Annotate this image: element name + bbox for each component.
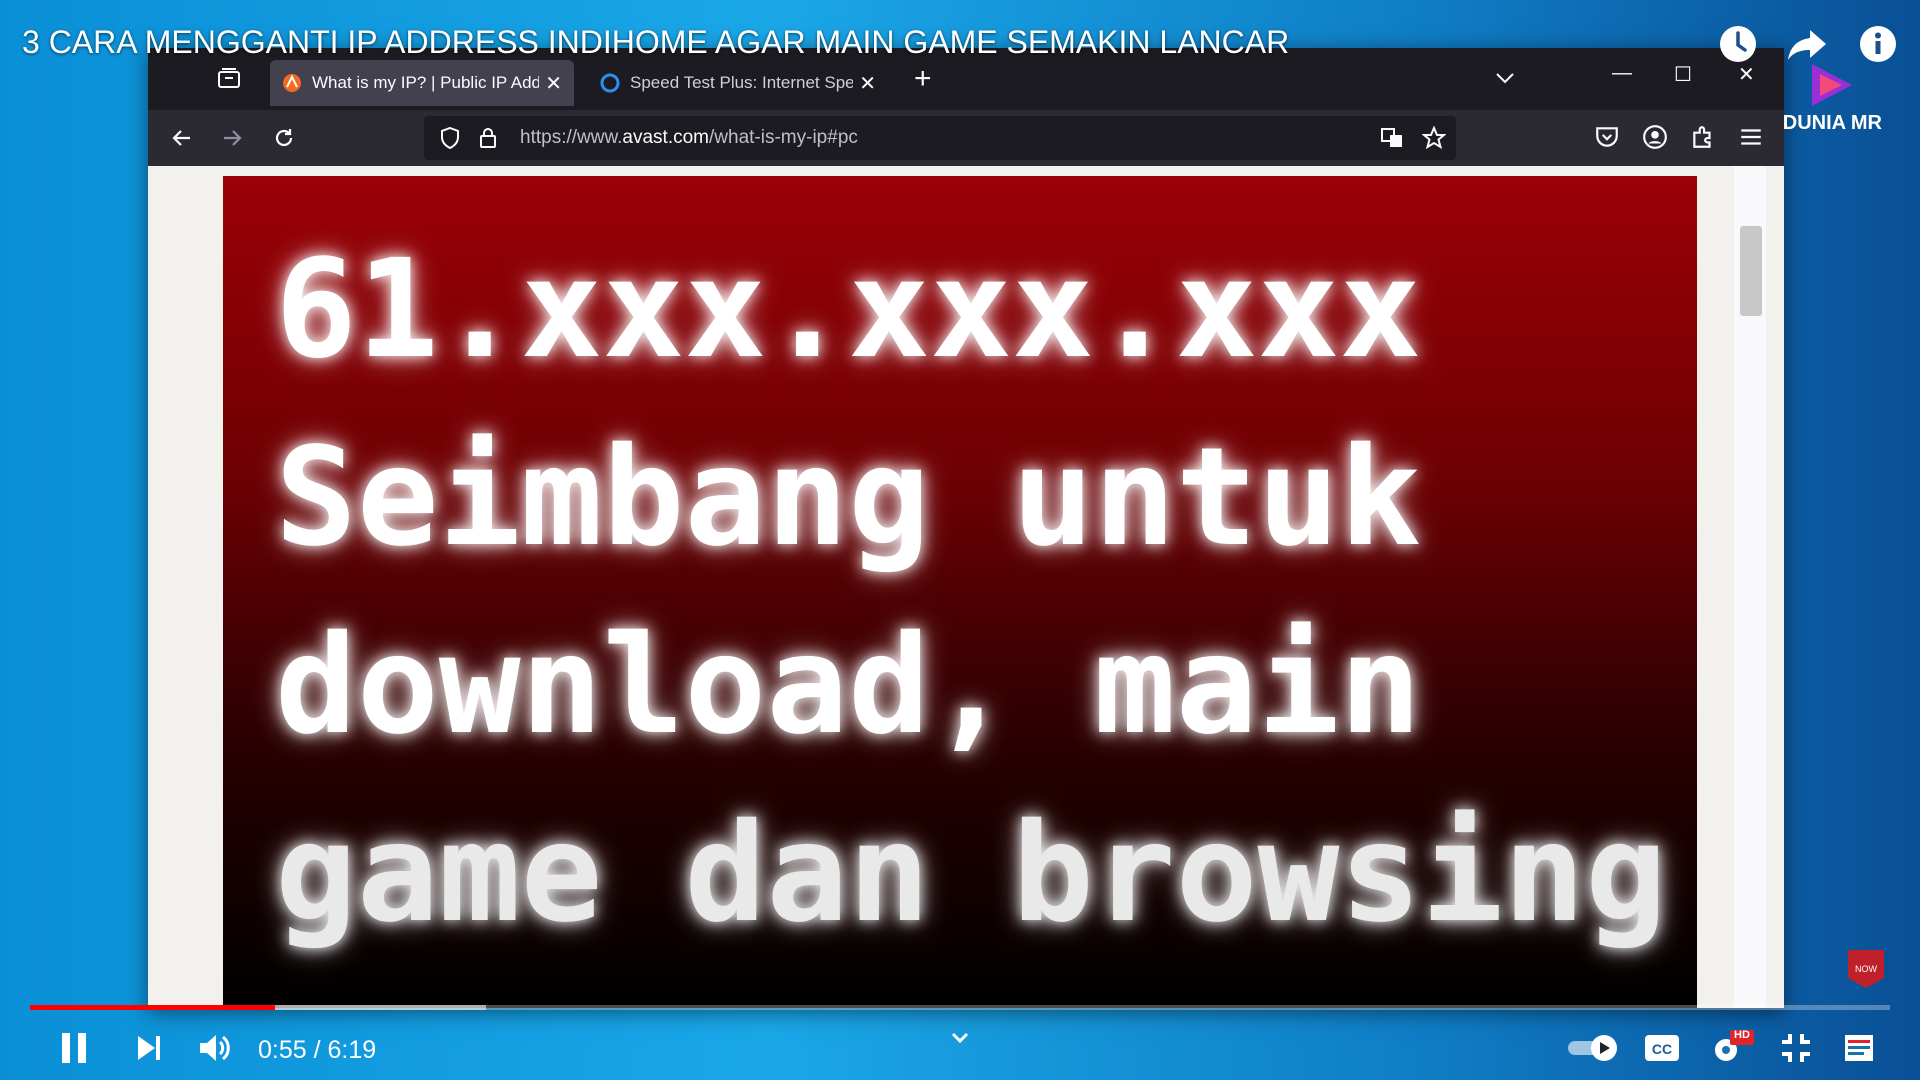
tab-label: What is my IP? | Public IP Address: [312, 73, 540, 92]
exit-fullscreen-button[interactable]: [1780, 1028, 1812, 1068]
reload-button[interactable]: [270, 124, 298, 152]
transcript-icon: [1845, 1035, 1873, 1061]
chevron-down-icon[interactable]: [948, 1026, 972, 1055]
overlay-line-ip: 61.xxx.xxx.xxx: [275, 231, 1422, 389]
speedtest-favicon-icon: [600, 73, 620, 93]
time-display: 0:55 / 6:19: [258, 1036, 377, 1064]
tab-what-is-my-ip[interactable]: What is my IP? | Public IP Address ✕: [270, 60, 574, 106]
arrow-right-icon: [224, 130, 242, 146]
avast-favicon-icon: [283, 74, 301, 92]
captions-button[interactable]: CC: [1644, 1028, 1680, 1068]
autoplay-toggle-icon: [1568, 1035, 1617, 1061]
url-bar[interactable]: https://www.avast.com/what-is-my-ip#pc: [424, 116, 1456, 160]
channel-badge[interactable]: DUNIA MR: [1783, 60, 1882, 135]
tab-close-icon[interactable]: ✕: [859, 71, 876, 96]
captions-icon: CC: [1645, 1035, 1679, 1061]
exit-fullscreen-icon: [1782, 1034, 1810, 1062]
watch-later-icon[interactable]: [1716, 22, 1760, 66]
tab-label: Speed Test Plus: Internet Speed: [630, 73, 854, 92]
played-bar: [30, 1005, 275, 1010]
info-icon[interactable]: [1856, 22, 1900, 66]
account-icon[interactable]: [1642, 124, 1668, 150]
back-button[interactable]: [168, 124, 196, 152]
settings-button[interactable]: HD: [1710, 1028, 1754, 1068]
bookmark-star-icon[interactable]: [1422, 126, 1446, 150]
list-all-tabs-icon[interactable]: [1494, 68, 1516, 88]
overlay-line-4: game dan browsing: [275, 795, 1667, 953]
subscribe-now-icon: NOW: [1846, 948, 1886, 990]
channel-logo: [1800, 60, 1864, 110]
reload-icon: [275, 129, 293, 147]
svg-text:CC: CC: [1652, 1041, 1672, 1057]
tab-speed-test[interactable]: Speed Test Plus: Internet Speed ✕: [588, 60, 888, 106]
next-button[interactable]: [134, 1028, 164, 1068]
video-overlay-card: 61.xxx.xxx.xxx Seimbang untuk download, …: [223, 176, 1697, 1008]
seek-bar[interactable]: [30, 1005, 1890, 1010]
svg-text:NOW: NOW: [1855, 964, 1878, 974]
firefox-view-icon[interactable]: [218, 68, 240, 88]
extensions-icon[interactable]: [1690, 124, 1716, 150]
hd-badge: HD: [1734, 1029, 1750, 1041]
minimize-icon[interactable]: —: [1612, 62, 1632, 85]
autoplay-toggle[interactable]: [1566, 1028, 1622, 1068]
maximize-icon[interactable]: ☐: [1674, 62, 1692, 87]
pocket-icon[interactable]: [1594, 124, 1620, 150]
top-right-controls: [1716, 22, 1900, 66]
skip-next-icon: [138, 1036, 160, 1060]
scrollbar-thumb[interactable]: [1740, 226, 1762, 316]
channel-name: DUNIA MR: [1782, 112, 1882, 134]
arrow-left-icon: [172, 130, 190, 146]
url-text[interactable]: https://www.avast.com/what-is-my-ip#pc: [520, 127, 858, 149]
forward-button[interactable]: [218, 124, 246, 152]
lock-icon[interactable]: [476, 126, 500, 150]
translate-icon[interactable]: [1380, 126, 1404, 150]
tab-close-icon[interactable]: ✕: [545, 71, 562, 96]
hamburger-menu-icon[interactable]: [1738, 124, 1764, 150]
video-title[interactable]: 3 CARA MENGGANTI IP ADDRESS INDIHOME AGA…: [22, 24, 1289, 61]
volume-icon: [200, 1035, 230, 1061]
overlay-line-3: download, main: [275, 607, 1422, 765]
pause-icon: [62, 1033, 86, 1063]
transcript-button[interactable]: [1844, 1028, 1874, 1068]
share-icon[interactable]: [1786, 22, 1830, 66]
overlay-line-2: Seimbang untuk: [275, 419, 1422, 577]
volume-button[interactable]: [198, 1028, 232, 1068]
pause-button[interactable]: [58, 1028, 90, 1068]
overlay-text: 61.xxx.xxx.xxx Seimbang untuk download, …: [275, 216, 1667, 968]
new-tab-button[interactable]: +: [914, 62, 932, 96]
player-controls: 0:55 / 6:19 CC HD: [0, 1014, 1920, 1080]
tracking-protection-shield-icon[interactable]: [438, 126, 462, 150]
navigation-toolbar: https://www.avast.com/what-is-my-ip#pc: [148, 110, 1784, 166]
